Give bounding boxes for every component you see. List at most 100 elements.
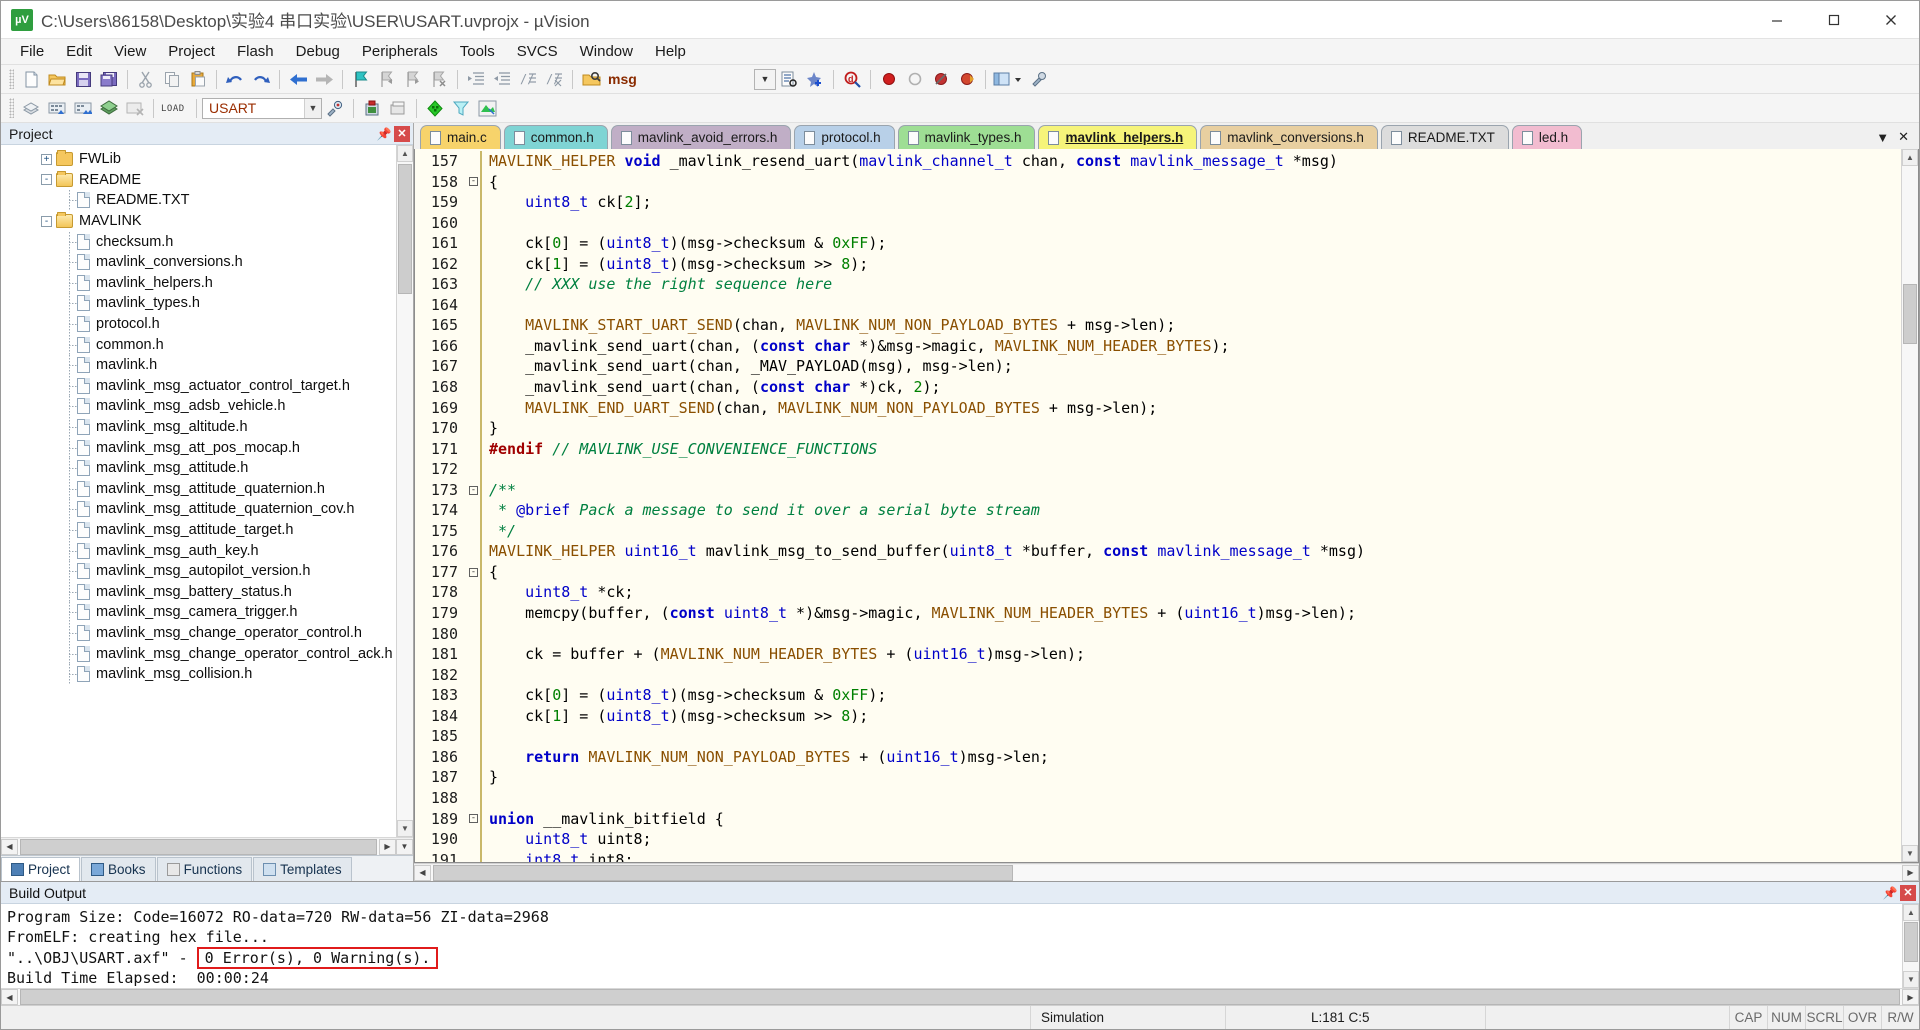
tree-file-row[interactable]: mavlink_msg_attitude_target.h [1,519,396,541]
redo-icon[interactable] [248,67,274,91]
batch-build-icon[interactable] [96,96,122,120]
find-icon[interactable]: d [839,67,865,91]
scroll-down-arrow[interactable]: ▼ [1902,845,1918,862]
close-icon[interactable]: ✕ [1900,884,1916,901]
menu-window[interactable]: Window [569,40,644,63]
save-all-icon[interactable] [96,67,122,91]
editor-tab-readme-txt[interactable]: README.TXT [1380,125,1509,149]
code-fold-toggle[interactable]: - [467,567,480,577]
scroll-down-arrow-2[interactable]: ▼ [396,838,413,855]
tree-file-row[interactable]: mavlink_helpers.h [1,272,396,294]
scroll-left-arrow[interactable]: ◀ [1,838,18,855]
code-line[interactable]: 171 #endif // MAVLINK_USE_CONVENIENCE_FUN… [415,438,1901,460]
new-component-icon[interactable] [422,96,448,120]
scroll-track[interactable] [1903,921,1919,971]
build-icon[interactable] [44,96,70,120]
bookmark-toggle-icon[interactable] [348,67,374,91]
close-button[interactable] [1862,1,1919,38]
code-line[interactable]: 167 _mavlink_send_uart(chan, _MAV_PAYLOA… [415,356,1901,378]
tree-file-row[interactable]: mavlink_msg_camera_trigger.h [1,602,396,623]
editor-tab-mavlink-types-h[interactable]: mavlink_types.h [897,125,1036,149]
filter-icon[interactable] [448,96,474,120]
code-horizontal-scrollbar[interactable]: ◀ ▶ [414,863,1919,881]
close-icon[interactable]: ✕ [394,125,410,142]
scroll-thumb-h[interactable] [20,838,377,855]
code-line[interactable]: 176 MAVLINK_HELPER uint16_t mavlink_msg_t… [415,541,1901,562]
tree-file-row[interactable]: mavlink_conversions.h [1,252,396,273]
tree-folder-row[interactable]: + FWLib [1,149,396,170]
manage-rte-icon[interactable] [359,96,385,120]
tree-file-row[interactable]: mavlink_msg_battery_status.h [1,581,396,602]
code-fold-toggle[interactable]: - [467,814,480,824]
project-horizontal-scrollbar[interactable]: ◀ ▶ ▼ [1,837,413,855]
editor-tab-mavlink-helpers-h[interactable]: mavlink_helpers.h [1038,125,1198,149]
find-history-dropdown[interactable]: ▼ [754,68,776,90]
pack-installer-icon[interactable] [385,96,411,120]
code-line[interactable]: 163 // XXX use the right sequence here [415,274,1901,295]
build-horizontal-scrollbar[interactable]: ◀ ▶ [1,988,1919,1005]
toolbar-grip[interactable] [9,98,14,118]
code-line[interactable]: 173 - /** [415,479,1901,501]
tree-file-row[interactable]: mavlink_msg_altitude.h [1,417,396,438]
menu-help[interactable]: Help [644,40,697,63]
code-line[interactable]: 182 [415,664,1901,686]
bookmark-clear-icon[interactable] [426,67,452,91]
scroll-right-arrow[interactable]: ▶ [379,838,396,855]
tree-file-row[interactable]: mavlink_msg_attitude_quaternion.h [1,478,396,500]
find-input[interactable]: msg [604,69,754,90]
code-line[interactable]: 160 [415,212,1901,234]
enable-breakpoints-icon[interactable] [954,67,980,91]
code-line[interactable]: 185 [415,726,1901,747]
target-options-icon[interactable] [322,96,348,120]
project-pane-tab-project[interactable]: Project [1,857,81,881]
code-content[interactable]: 157 MAVLINK_HELPER void _mavlink_resend_u… [415,149,1901,862]
forward-icon[interactable] [311,67,337,91]
maximize-button[interactable] [1805,1,1862,38]
collapse-icon[interactable]: - [41,215,52,227]
scroll-track[interactable] [397,162,413,820]
code-fold-toggle[interactable]: - [467,177,480,187]
tree-file-row[interactable]: mavlink_msg_actuator_control_target.h [1,375,396,397]
editor-tab-mavlink-conversions-h[interactable]: mavlink_conversions.h [1200,125,1378,149]
fold-box-icon[interactable]: - [469,485,478,495]
new-file-icon[interactable] [18,67,44,91]
scroll-down-arrow[interactable]: ▼ [397,820,413,837]
translate-icon[interactable] [18,96,44,120]
tab-list-dropdown-icon[interactable]: ▼ [1876,130,1889,145]
scroll-track[interactable] [1902,166,1918,845]
code-line[interactable]: 191 int8_t int8; [415,849,1901,862]
bookmark-prev-icon[interactable] [374,67,400,91]
code-line[interactable]: 164 [415,294,1901,316]
chevron-down-icon[interactable]: ▼ [304,98,321,118]
editor-tab-protocol-h[interactable]: protocol.h [794,125,895,149]
tree-file-row[interactable]: mavlink_msg_auth_key.h [1,540,396,561]
tab-close-icon[interactable]: ✕ [1898,129,1909,145]
code-line[interactable]: 180 [415,623,1901,645]
back-icon[interactable] [285,67,311,91]
tree-file-row[interactable]: README.TXT [1,190,396,211]
scroll-left-arrow[interactable]: ◀ [1,989,18,1005]
paste-icon[interactable] [185,67,211,91]
code-line[interactable]: 188 [415,787,1901,809]
scroll-up-arrow[interactable]: ▲ [1903,904,1919,921]
load-icon[interactable]: LOAD [159,96,191,120]
bookmark-next-icon[interactable] [400,67,426,91]
code-line[interactable]: 189 - union __mavlink_bitfield { [415,808,1901,830]
scroll-right-arrow[interactable]: ▶ [1902,864,1919,881]
editor-tab-main-c[interactable]: main.c [420,125,501,149]
insert-bookmark-icon[interactable] [802,67,828,91]
code-line[interactable]: 157 MAVLINK_HELPER void _mavlink_resend_u… [415,151,1901,172]
project-pane-tab-books[interactable]: Books [81,857,156,881]
open-file-icon[interactable] [44,67,70,91]
editor-tab-common-h[interactable]: common.h [503,125,608,149]
tree-file-row[interactable]: checksum.h [1,231,396,252]
scroll-up-arrow[interactable]: ▲ [1902,149,1918,166]
indent-icon[interactable] [463,67,489,91]
project-tree[interactable]: + FWLib - README README.TXT - MAVLINK checksum.… [1,145,396,837]
kill-breakpoints-icon[interactable] [902,67,928,91]
cut-icon[interactable] [133,67,159,91]
menu-file[interactable]: File [9,40,55,63]
code-line[interactable]: 162 ck[1] = (uint8_t)(msg->checksum >> 8… [415,253,1901,275]
fold-box-icon[interactable]: - [469,567,478,577]
fold-box-icon[interactable]: - [469,177,478,187]
